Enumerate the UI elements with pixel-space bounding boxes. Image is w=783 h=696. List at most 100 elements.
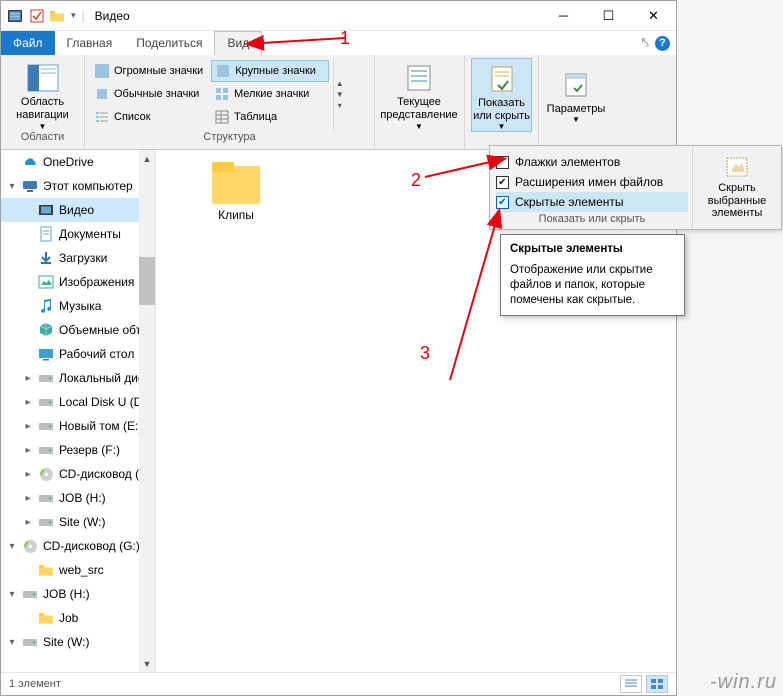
tree-item[interactable]: Объемные объ [1,318,155,342]
hdd-icon [22,634,38,650]
tree-item-label: Объемные объ [59,323,143,337]
tree-item[interactable]: Документы [1,222,155,246]
maximize-button[interactable]: ☐ [586,1,631,30]
tree-item[interactable]: OneDrive [1,150,155,174]
minimize-button[interactable]: ─ [541,1,586,30]
qat-dropdown-icon[interactable]: ▾ [69,10,78,21]
expander-icon[interactable]: ▸ [23,445,33,456]
layout-large[interactable]: Крупные значки [211,60,329,82]
show-hide-icon [486,63,518,95]
hdd-icon [38,514,54,530]
tree-item-label: Изображения [59,275,134,289]
tree-item[interactable]: ▸Site (W:) [1,510,155,534]
folder-icon [38,562,54,578]
tree-item[interactable]: Музыка [1,294,155,318]
tree-item-label: Видео [59,203,94,217]
tree-item[interactable]: ▸Новый том (E:) [1,414,155,438]
details-view-button[interactable] [620,675,642,693]
thumbnails-view-button[interactable] [646,675,668,693]
tree-item[interactable]: Изображения [1,270,155,294]
tree-item[interactable]: ▸Local Disk U (D:) [1,390,155,414]
tree-item[interactable]: Рабочий стол [1,342,155,366]
expander-icon[interactable]: ▾ [7,589,17,600]
hdd-icon [38,442,54,458]
layout-more-button[interactable]: ▲▼▾ [333,58,345,131]
group-panes-label: Области [7,131,78,147]
expander-icon[interactable]: ▸ [23,493,33,504]
medium-icons-icon [94,86,110,102]
expander-icon[interactable]: ▸ [23,421,33,432]
tree-item[interactable]: ▾Site (W:) [1,630,155,654]
layout-medium[interactable]: Обычные значки [91,83,209,105]
tab-view[interactable]: Вид [214,31,262,55]
hide-selected-button[interactable]: Скрыть выбранные элементы [692,146,781,229]
check-item-checkboxes[interactable]: Флажки элементов [496,152,688,172]
tree-item[interactable]: ▾ CD-дисковод (G:) [1,534,155,558]
layout-table[interactable]: Таблица [211,106,329,128]
expander-icon[interactable]: ▸ [23,517,33,528]
folder-icon [38,610,54,626]
expander-icon[interactable]: ▾ [7,181,17,192]
cd-icon [22,538,38,554]
tree-item[interactable]: Job [1,606,155,630]
expander-icon[interactable]: ▾ [7,541,17,552]
table-icon [214,109,230,125]
tree-item-label: Этот компьютер [43,179,133,193]
tab-share[interactable]: Поделиться [124,31,214,55]
scroll-down-button[interactable]: ▼ [139,655,155,672]
expander-icon[interactable]: ▸ [23,397,33,408]
pc-icon [22,178,38,194]
quick-access-toolbar: ▾ | [29,8,85,24]
tab-file[interactable]: Файл [1,31,55,55]
tree-item[interactable]: Видео [1,198,155,222]
navigation-pane-button[interactable]: Область навигации▼ [7,58,78,131]
layout-list[interactable]: Список [91,106,209,128]
check-hidden-items[interactable]: ✔ Скрытые элементы [496,192,688,212]
cd-icon [38,466,54,482]
minimize-ribbon-icon[interactable]: ⤣ [642,35,649,51]
tree-item[interactable]: ▾JOB (H:) [1,582,155,606]
tree-item-label: Загрузки [59,251,107,265]
navigation-pane[interactable]: OneDrive ▾ Этот компьютер Видео Документы Заг… [1,150,156,672]
tab-home[interactable]: Главная [55,31,125,55]
tree-item-label: JOB (H:) [59,491,106,505]
hdd-icon [38,370,54,386]
layout-huge[interactable]: Огромные значки [91,60,209,82]
expander-icon[interactable]: ▸ [23,373,33,384]
window-title: Видео [95,9,130,23]
expander-icon[interactable]: ▾ [7,637,17,648]
help-icon[interactable]: ? [655,36,670,51]
show-hide-button[interactable]: Показать или скрыть▼ [471,58,532,132]
watermark: -win.ru [710,671,777,694]
tree-item-label: CD-дисковод (G:) [43,539,140,553]
tree-item[interactable]: ▸CD-дисковод (G [1,462,155,486]
options-button[interactable]: Параметры▼ [545,58,607,131]
folder-item[interactable]: Клипы [196,160,276,222]
close-button[interactable]: ✕ [631,1,676,30]
folder-label: Клипы [218,208,254,222]
current-view-button[interactable]: Текущее представление▼ [381,58,457,131]
check-file-extensions[interactable]: ✔ Расширения имен файлов [496,172,688,192]
nav-scrollbar[interactable]: ▲ ▼ [139,150,155,672]
folder-icon [208,160,264,208]
layout-small[interactable]: Мелкие значки [211,83,329,105]
3d-icon [38,322,54,338]
expander-icon[interactable]: ▸ [23,469,33,480]
qat-folder-icon[interactable] [49,8,65,24]
small-icons-icon [214,86,230,102]
tree-item[interactable]: ▸Резерв (F:) [1,438,155,462]
tree-item[interactable]: ▸Локальный дис [1,366,155,390]
qat-properties-icon[interactable] [29,8,45,24]
tree-item[interactable]: Загрузки [1,246,155,270]
scroll-up-button[interactable]: ▲ [139,150,155,167]
navigation-pane-icon [27,62,59,94]
tree-item[interactable]: ▾ Этот компьютер [1,174,155,198]
hdd-icon [22,586,38,602]
music-icon [38,298,54,314]
tree-item[interactable]: ▸ JOB (H:) [1,486,155,510]
tree-item[interactable]: web_src [1,558,155,582]
hdd-icon [38,418,54,434]
down-icon [38,250,54,266]
tooltip: Скрытые элементы Отображение или скрытие… [500,234,685,316]
scroll-thumb[interactable] [139,257,155,305]
